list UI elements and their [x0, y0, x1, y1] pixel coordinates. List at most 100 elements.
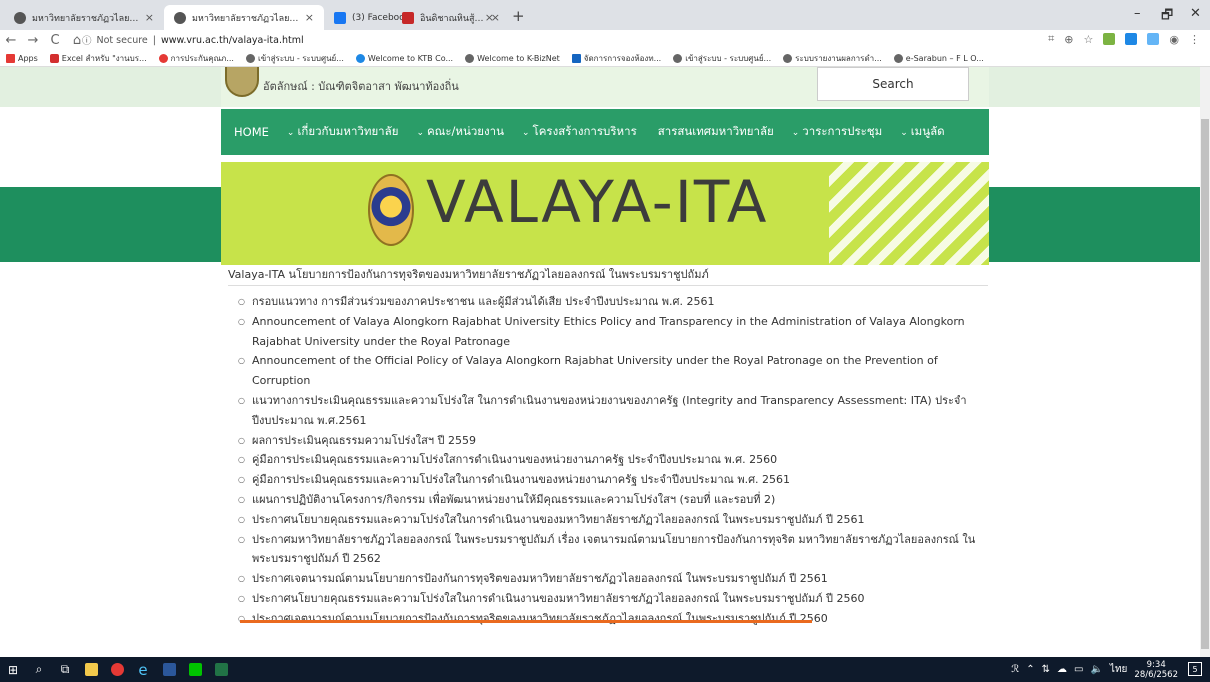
close-window-button[interactable]: ✕ — [1190, 6, 1201, 21]
word-icon[interactable] — [156, 657, 182, 682]
notification-center-icon[interactable]: 5 — [1188, 662, 1202, 676]
extension-icon[interactable] — [1103, 33, 1116, 45]
nav-label: สารสนเทศมหาวิทยาลัย — [657, 124, 774, 138]
close-tab-icon[interactable]: × — [491, 11, 500, 24]
onedrive-icon[interactable]: ☁ — [1057, 664, 1067, 675]
nav-label: วาระการประชุม — [802, 124, 883, 138]
browser-tab-2-active[interactable]: มหาวิทยาลัยราชภัฏวไลยอลงกรณ์ ในพร × — [164, 5, 324, 30]
nav-home[interactable]: HOME — [231, 125, 269, 139]
document-link[interactable]: Announcement of Valaya Alongkorn Rajabha… — [238, 312, 998, 352]
chevron-down-icon: ⌄ — [900, 128, 908, 138]
nav-shortcuts[interactable]: ⌄ เมนูลัด — [900, 123, 944, 141]
document-link[interactable]: กรอบแนวทาง การมีส่วนร่วมของภาคประชาชน แล… — [238, 292, 998, 312]
nav-information[interactable]: สารสนเทศมหาวิทยาลัย — [655, 123, 774, 141]
zoom-icon[interactable]: ⊕ — [1064, 33, 1073, 46]
document-link[interactable]: ประกาศมหาวิทยาลัยราชภัฏวไลยอลงกรณ์ ในพระ… — [238, 530, 998, 570]
globe-icon — [893, 53, 903, 63]
nav-faculties[interactable]: ⌄ คณะ/หน่วยงาน — [416, 123, 504, 141]
profile-icon[interactable]: ◉ — [1169, 33, 1179, 46]
bookmark-item[interactable]: เข้าสู่ระบบ - ระบบศูนย์... — [673, 52, 771, 65]
new-tab-button[interactable]: + — [512, 7, 525, 25]
globe-icon — [14, 11, 26, 24]
minimize-button[interactable]: – — [1134, 6, 1141, 21]
battery-icon[interactable]: ▭ — [1074, 664, 1083, 675]
bookmark-item[interactable]: เข้าสู่ระบบ - ระบบศูนย์... — [245, 52, 344, 65]
close-tab-icon[interactable]: × — [145, 11, 154, 24]
bookmark-item[interactable]: จัดการการจองห้องท... — [571, 52, 661, 65]
close-tab-icon[interactable]: × — [305, 11, 314, 24]
people-icon[interactable]: ℛ — [1011, 664, 1019, 675]
nav-label: โครงสร้างการบริหาร — [532, 124, 637, 138]
document-link-highlighted[interactable]: ประกาศเจตนารมณ์ตามนโยบายการป้องกันการทุจ… — [238, 569, 998, 589]
document-link[interactable]: ประกาศนโยบายคุณธรรมและความโปร่งใสในการดำ… — [238, 510, 998, 530]
bookmark-star-icon[interactable]: ☆ — [1084, 33, 1094, 46]
windows-start-icon[interactable]: ⊞ — [0, 657, 26, 682]
document-link[interactable]: ผลการประเมินคุณธรรมความโปร่งใสฯ ปี 2559 — [238, 431, 998, 451]
site-icon — [158, 53, 168, 63]
facebook-icon — [334, 11, 346, 24]
bookmark-label: เข้าสู่ระบบ - ระบบศูนย์... — [257, 53, 344, 63]
menu-icon[interactable]: ⋮ — [1189, 33, 1200, 46]
page-viewport: อัตลักษณ์ : บัณฑิตจิตอาสา พัฒนาท้องถิ่น … — [0, 67, 1210, 657]
scrollbar-thumb[interactable] — [1201, 119, 1209, 649]
translate-icon[interactable]: ⌗ — [1048, 32, 1054, 46]
nav-about[interactable]: ⌄ เกี่ยวกับมหาวิทยาลัย — [287, 123, 399, 141]
back-button[interactable]: ← — [0, 33, 22, 48]
reload-button[interactable]: C — [44, 33, 66, 48]
bookmark-item[interactable]: Welcome to KTB Co... — [355, 53, 454, 63]
maximize-button[interactable]: 🗗 — [1161, 6, 1173, 28]
highlight-underline — [240, 620, 812, 623]
chevron-down-icon: ⌄ — [791, 128, 800, 138]
search-icon[interactable]: ⌕ — [26, 657, 52, 682]
document-link[interactable]: Announcement of the Official Policy of V… — [238, 351, 998, 391]
banner-title: VALAYA-ITA — [426, 168, 769, 236]
site-icon — [571, 53, 581, 63]
input-language[interactable]: ไทย — [1110, 662, 1127, 677]
university-logo-icon[interactable] — [225, 67, 259, 97]
file-explorer-icon[interactable] — [78, 657, 104, 682]
chrome-icon[interactable] — [104, 657, 130, 682]
page-scrollbar[interactable] — [1200, 67, 1210, 657]
document-link[interactable]: คู่มือการประเมินคุณธรรมและความโปร่งใสในก… — [238, 470, 998, 490]
volume-icon[interactable]: 🔈 — [1090, 664, 1102, 675]
globe-icon — [783, 53, 793, 63]
bookmark-item[interactable]: e-Sarabun – F L O... — [893, 53, 984, 63]
line-icon[interactable] — [182, 657, 208, 682]
network-icon[interactable]: ⇅ — [1042, 664, 1050, 675]
nav-structure[interactable]: ⌄ โครงสร้างการบริหาร — [522, 123, 637, 141]
browser-tab-1[interactable]: มหาวิทยาลัยราชภัฏวไลยอลงกรณ์ ในพร × — [4, 5, 164, 30]
bookmark-item[interactable]: การประกันคุณภ... — [158, 52, 234, 65]
divider — [228, 285, 988, 286]
extension-icon[interactable] — [1125, 33, 1138, 45]
document-link[interactable]: ประกาศเจตนารมณ์ตามนโยบายการป้องกันการทุจ… — [238, 609, 998, 629]
search-label: Search — [872, 77, 914, 91]
document-link[interactable]: แผนการปฏิบัติงานโครงการ/กิจกรรม เพื่อพัฒ… — [238, 490, 998, 510]
show-hidden-icons-icon[interactable]: ⌃ — [1026, 664, 1034, 675]
excel-icon[interactable] — [208, 657, 234, 682]
chevron-down-icon: ⌄ — [521, 128, 530, 138]
apps-grid-icon — [6, 53, 15, 63]
bookmark-item[interactable]: Excel สำหรับ "งานบร... — [49, 52, 147, 65]
address-bar[interactable]: ⓘ Not secure | www.vru.ac.th/valaya-ita.… — [82, 31, 1022, 49]
bookmark-item[interactable]: ระบบรายงานผลการดำ... — [783, 52, 882, 65]
document-link[interactable]: ประกาศนโยบายคุณธรรมและความโปร่งใสในการดำ… — [238, 589, 998, 609]
document-link[interactable]: คู่มือการประเมินคุณธรรมและความโปร่งใสการ… — [238, 450, 998, 470]
info-icon[interactable]: ⓘ — [82, 33, 92, 47]
internet-explorer-icon[interactable]: e — [130, 657, 156, 682]
bookmark-label: Excel สำหรับ "งานบร... — [61, 53, 147, 63]
bookmark-label: Welcome to KTB Co... — [367, 53, 454, 63]
valaya-ita-banner: VALAYA-ITA — [221, 162, 989, 265]
bookmark-item[interactable]: Welcome to K-BizNet — [465, 53, 560, 63]
nav-meetings[interactable]: ⌄ วาระการประชุม — [792, 123, 882, 141]
globe-icon — [245, 53, 255, 63]
bookmark-label: การประกันคุณภ... — [170, 53, 234, 63]
system-clock[interactable]: 9:34 28/6/2562 — [1134, 660, 1178, 680]
task-view-icon[interactable]: ⧉ — [52, 657, 78, 682]
forward-button[interactable]: → — [22, 33, 44, 48]
url-text[interactable]: www.vru.ac.th/valaya-ita.html — [161, 35, 304, 46]
bookmark-apps[interactable]: Apps — [6, 53, 38, 63]
extension-icon[interactable] — [1147, 33, 1160, 45]
browser-tab-4[interactable]: อินดิชาณหินสู้มหาวิทยาลัยราชภัฏนคร × — [392, 5, 510, 30]
search-button[interactable]: Search — [817, 67, 969, 101]
document-link[interactable]: แนวทางการประเมินคุณธรรมและความโปร่งใส ใน… — [238, 391, 998, 431]
